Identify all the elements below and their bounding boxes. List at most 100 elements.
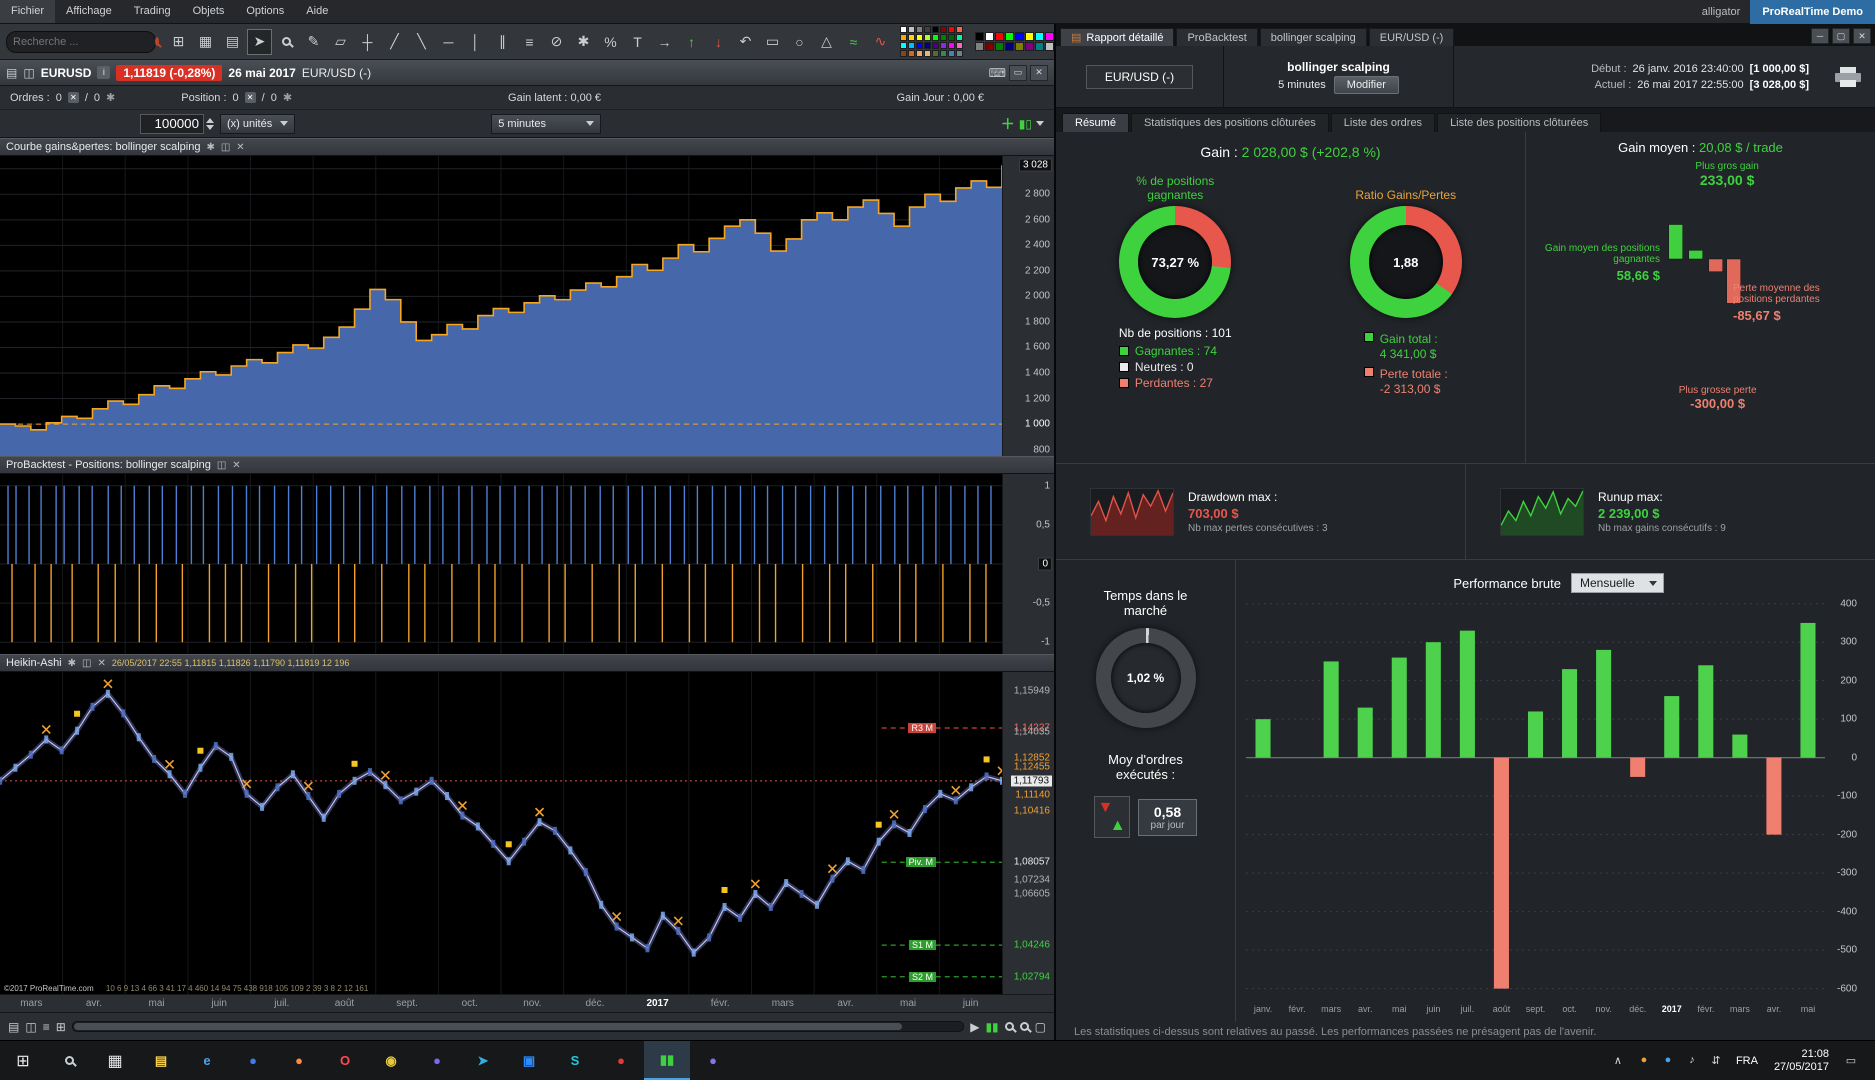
- sell-arrow-icon[interactable]: ↓: [706, 29, 731, 55]
- positions-panel-titlebar[interactable]: ProBacktest - Positions: bollinger scalp…: [0, 456, 1054, 474]
- units-dropdown[interactable]: (x) unités: [220, 113, 296, 134]
- close-position-icon[interactable]: ✕: [244, 92, 256, 103]
- arrow-icon[interactable]: →: [652, 29, 677, 55]
- screens-icon[interactable]: ⊞: [166, 29, 191, 55]
- quantity-up-icon[interactable]: [206, 117, 214, 123]
- media-icon[interactable]: ●: [414, 1041, 460, 1080]
- price-panel-titlebar[interactable]: Heikin-Ashi ✱ ◫ ✕ 26/05/2017 22:55 1,118…: [0, 654, 1054, 672]
- palette-swatch[interactable]: [916, 34, 923, 41]
- popout-icon[interactable]: ◫: [82, 658, 91, 669]
- palette-swatch[interactable]: [932, 34, 939, 41]
- print-icon[interactable]: [1835, 66, 1861, 87]
- palette-swatch[interactable]: [1025, 32, 1034, 41]
- price-chart[interactable]: ©2017 ProRealTime.com 10 6 9 13 4 66 3 4…: [0, 672, 1002, 994]
- chart-style-chevron-icon[interactable]: [1036, 121, 1044, 126]
- settings-icon[interactable]: ✱: [571, 29, 596, 55]
- zoom-icon[interactable]: [274, 29, 299, 55]
- palette-swatch[interactable]: [916, 26, 923, 33]
- palette-swatch[interactable]: [948, 26, 955, 33]
- wrench-icon[interactable]: ✱: [206, 142, 214, 153]
- palette-swatch[interactable]: [948, 42, 955, 49]
- palette-swatch[interactable]: [1015, 32, 1024, 41]
- browser-icon[interactable]: ●: [230, 1041, 276, 1080]
- hline-icon[interactable]: ─: [436, 29, 461, 55]
- report-instrument[interactable]: EUR/USD (-): [1085, 64, 1194, 89]
- steam-icon[interactable]: ●: [690, 1041, 736, 1080]
- search-box[interactable]: [6, 30, 159, 53]
- equity-chart[interactable]: [0, 156, 1002, 456]
- maximize-button[interactable]: ▭: [1009, 64, 1027, 81]
- window-menu-icon[interactable]: ▤: [6, 66, 17, 80]
- palette-swatch[interactable]: [1015, 42, 1024, 51]
- palette-swatch[interactable]: [940, 34, 947, 41]
- palette-swatch[interactable]: [900, 42, 907, 49]
- palette-swatch[interactable]: [1005, 32, 1014, 41]
- search-input[interactable]: [13, 35, 155, 48]
- palette-swatch[interactable]: [908, 42, 915, 49]
- timeframe-dropdown[interactable]: 5 minutes: [491, 113, 602, 134]
- palette-swatch[interactable]: [1035, 42, 1044, 51]
- close-icon[interactable]: ✕: [236, 142, 244, 153]
- palette-swatch[interactable]: [956, 42, 963, 49]
- maximize-button[interactable]: ▢: [1832, 28, 1850, 44]
- equity-y-axis[interactable]: 3 028 2 800 2 600 2 400 2 200 2 000 1 800 1 600…: [1002, 156, 1054, 456]
- subtab-4[interactable]: Liste des positions clôturées: [1437, 113, 1602, 132]
- brush-icon[interactable]: ✎: [301, 29, 326, 55]
- zoom-icon[interactable]: ▣: [506, 1041, 552, 1080]
- percent-icon[interactable]: %: [598, 29, 623, 55]
- palette-swatch[interactable]: [908, 34, 915, 41]
- positions-y-axis[interactable]: 1 0,5 0 -0,5 -1: [1002, 474, 1054, 654]
- palette-swatch[interactable]: [975, 32, 984, 41]
- fullscreen-icon[interactable]: ▢: [1035, 1020, 1046, 1034]
- horizontal-scrollbar[interactable]: [71, 1021, 965, 1032]
- subtab-3[interactable]: Liste des ordres: [1330, 113, 1436, 132]
- quantity-down-icon[interactable]: [206, 124, 214, 130]
- zigzag-icon[interactable]: ≈: [841, 29, 866, 55]
- palette-swatch[interactable]: [932, 26, 939, 33]
- palette-swatch[interactable]: [995, 32, 1004, 41]
- tray-expand-icon[interactable]: ∧: [1606, 1054, 1630, 1067]
- price-y-axis[interactable]: 1,15949 1,14227 1,14035 1,12852 1,12455 1,117…: [1002, 672, 1054, 994]
- quantity-input[interactable]: [140, 113, 204, 134]
- palette-swatch[interactable]: [1025, 42, 1034, 51]
- menu-trading[interactable]: Trading: [123, 0, 182, 23]
- telegram-icon[interactable]: ➤: [460, 1041, 506, 1080]
- report-tab-1[interactable]: ▤ Rapport détaillé: [1060, 28, 1175, 46]
- text-icon[interactable]: T: [625, 29, 650, 55]
- trendline-icon[interactable]: ╱: [382, 29, 407, 55]
- segment-icon[interactable]: ╲: [409, 29, 434, 55]
- zoom-out-icon[interactable]: [1004, 1022, 1014, 1031]
- auto-chart-icon[interactable]: ▮▮: [985, 1020, 998, 1034]
- time-axis[interactable]: mars avr. mai juin juil. août sept. oct. nov. déc…: [0, 994, 1054, 1012]
- clock[interactable]: 21:08 27/05/2017: [1766, 1048, 1837, 1074]
- eraser-icon[interactable]: ▱: [328, 29, 353, 55]
- file-explorer-icon[interactable]: ▤: [138, 1041, 184, 1080]
- fib-icon[interactable]: ≡: [517, 29, 542, 55]
- tray-volume-icon[interactable]: ♪: [1680, 1054, 1704, 1067]
- palette-swatch[interactable]: [1045, 32, 1054, 41]
- tray-app1-icon[interactable]: ●: [1632, 1054, 1656, 1067]
- report-tab-3[interactable]: bollinger scalping: [1259, 28, 1367, 46]
- close-icon[interactable]: ✕: [97, 658, 105, 669]
- orders-settings-icon[interactable]: ✱: [106, 91, 115, 104]
- palette-swatch[interactable]: [908, 50, 915, 57]
- modify-button[interactable]: Modifier: [1333, 75, 1399, 94]
- palette-swatch[interactable]: [924, 50, 931, 57]
- edge-icon[interactable]: e: [184, 1041, 230, 1080]
- wrench-icon[interactable]: ✱: [68, 658, 76, 669]
- performance-chart[interactable]: [1246, 596, 1825, 1004]
- scrollbar-thumb[interactable]: [73, 1023, 902, 1030]
- report-tab-2[interactable]: ProBacktest: [1176, 28, 1258, 46]
- popout-icon[interactable]: ◫: [217, 460, 226, 471]
- palette-swatch[interactable]: [932, 42, 939, 49]
- palette-swatch[interactable]: [900, 34, 907, 41]
- palette-swatch[interactable]: [956, 34, 963, 41]
- search-button[interactable]: [46, 1041, 92, 1080]
- palette-swatch[interactable]: [900, 26, 907, 33]
- palette-swatch[interactable]: [940, 26, 947, 33]
- window-layout-icon[interactable]: ◫: [23, 66, 34, 80]
- equity-panel-titlebar[interactable]: Courbe gains&pertes: bollinger scalping …: [0, 138, 1054, 156]
- store-icon[interactable]: ●: [598, 1041, 644, 1080]
- report-tab-4[interactable]: EUR/USD (-): [1368, 28, 1455, 46]
- language-indicator[interactable]: FRA: [1730, 1055, 1764, 1067]
